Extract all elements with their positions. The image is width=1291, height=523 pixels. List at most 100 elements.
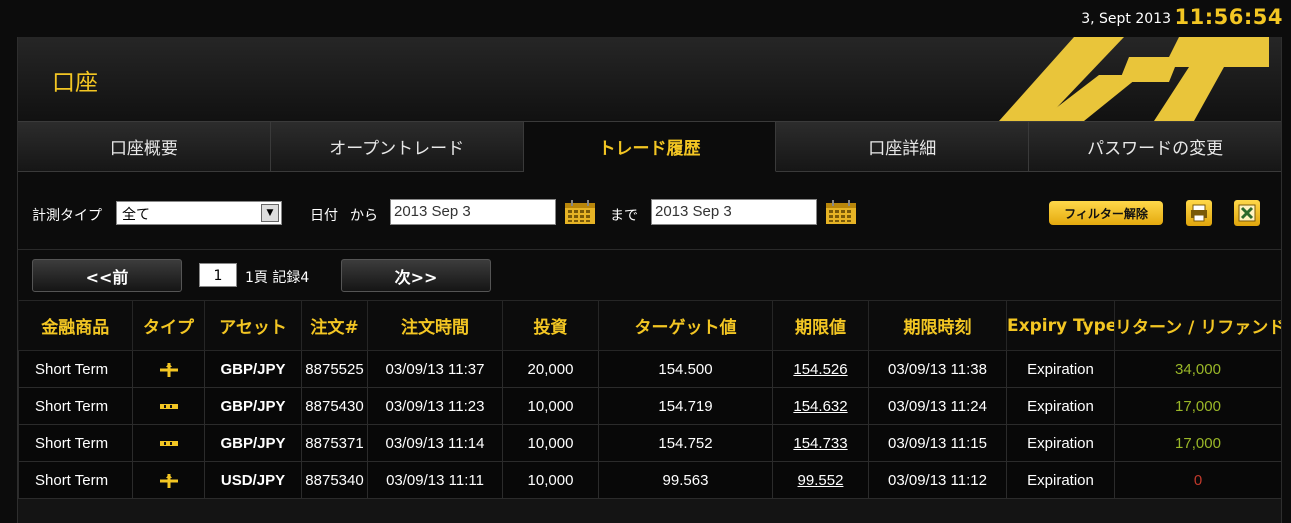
tab-account-details[interactable]: 口座詳細 <box>776 121 1030 172</box>
column-header[interactable]: ターゲット値 <box>598 300 773 351</box>
table-header-row: 金融商品 タイプ アセット 注文# 注文時間 投資 ターゲット値 期限値 期限時… <box>18 300 1282 351</box>
order-time-cell: 03/09/13 11:37 <box>367 350 503 388</box>
order-number-cell: 8875430 <box>301 387 368 425</box>
to-date-input[interactable]: 2013 Sep 3 <box>651 199 817 225</box>
expiry-time-cell: 03/09/13 11:38 <box>868 350 1007 388</box>
expiry-type-cell: Expiration <box>1006 350 1115 388</box>
column-header[interactable]: 投資 <box>502 300 599 351</box>
calendar-icon[interactable] <box>825 199 857 225</box>
excel-export-icon <box>1238 204 1256 222</box>
investment-cell: 10,000 <box>502 424 599 462</box>
column-header[interactable]: タイプ <box>132 300 205 351</box>
type-cell <box>132 387 205 425</box>
expiry-value-link[interactable]: 99.552 <box>798 472 844 489</box>
table-row[interactable]: Short Term GBP/JPY 8875430 03/09/13 11:2… <box>18 387 1282 425</box>
order-number-cell: 8875371 <box>301 424 368 462</box>
tab-open-trades[interactable]: オープントレード <box>270 121 524 172</box>
expiry-type-cell: Expiration <box>1006 424 1115 462</box>
type-select[interactable]: 全て ▼ <box>116 201 282 225</box>
column-header[interactable]: 注文# <box>301 300 368 351</box>
expiry-time-cell: 03/09/13 11:12 <box>868 461 1007 499</box>
table-row[interactable]: Short Term GBP/JPY 8875525 03/09/13 11:3… <box>18 350 1282 388</box>
column-header[interactable]: 期限時刻 <box>868 300 1007 351</box>
current-date: 3, Sept 2013 <box>1081 11 1171 27</box>
prev-page-button[interactable]: <<前 <box>32 259 182 292</box>
return-cell: 34,000 <box>1114 350 1282 388</box>
range-icon <box>159 440 178 446</box>
print-icon <box>1191 204 1207 222</box>
asset-cell: GBP/JPY <box>204 424 302 462</box>
call-put-icon <box>159 473 178 488</box>
type-cell <box>132 424 205 462</box>
clear-filter-button[interactable]: フィルター解除 <box>1049 201 1163 225</box>
investment-cell: 10,000 <box>502 461 599 499</box>
order-time-cell: 03/09/13 11:14 <box>367 424 503 462</box>
order-time-cell: 03/09/13 11:23 <box>367 387 503 425</box>
instrument-cell: Short Term <box>18 461 133 499</box>
order-number-cell: 8875340 <box>301 461 368 499</box>
tab-account-summary[interactable]: 口座概要 <box>18 121 271 172</box>
return-cell: 17,000 <box>1114 387 1282 425</box>
type-label: 計測タイプ <box>32 208 102 224</box>
calendar-icon[interactable] <box>564 199 596 225</box>
target-value-cell: 99.563 <box>598 461 773 499</box>
return-cell: 0 <box>1114 461 1282 499</box>
print-button[interactable] <box>1186 200 1212 226</box>
from-label: から <box>350 208 378 224</box>
filter-bar: 計測タイプ 全て ▼ 日付 から 2013 Sep 3 まで 2013 Sep … <box>18 172 1281 250</box>
target-value-cell: 154.500 <box>598 350 773 388</box>
investment-cell: 20,000 <box>502 350 599 388</box>
asset-cell: GBP/JPY <box>204 350 302 388</box>
panel-header: 口座 <box>18 37 1281 121</box>
account-panel: 口座 口座概要 オープントレード トレード履歴 口座詳細 パスワードの変更 計測… <box>17 37 1282 523</box>
investment-cell: 10,000 <box>502 387 599 425</box>
type-select-value: 全て <box>122 207 150 223</box>
expiry-time-cell: 03/09/13 11:24 <box>868 387 1007 425</box>
date-label: 日付 <box>310 208 338 224</box>
chevron-down-icon[interactable]: ▼ <box>261 204 279 222</box>
tab-trade-history[interactable]: トレード履歴 <box>523 121 777 172</box>
expiry-value-link[interactable]: 154.733 <box>793 435 847 452</box>
expiry-value-cell[interactable]: 154.632 <box>772 387 869 425</box>
expiry-value-cell[interactable]: 154.526 <box>772 350 869 388</box>
to-label: まで <box>610 208 638 224</box>
expiry-type-cell: Expiration <box>1006 387 1115 425</box>
column-header[interactable]: 金融商品 <box>18 300 133 351</box>
account-tabs: 口座概要 オープントレード トレード履歴 口座詳細 パスワードの変更 <box>18 121 1281 172</box>
instrument-cell: Short Term <box>18 350 133 388</box>
brand-logo-icon <box>999 37 1269 121</box>
page-title: 口座 <box>52 70 98 96</box>
from-date-input[interactable]: 2013 Sep 3 <box>390 199 556 225</box>
order-number-cell: 8875525 <box>301 350 368 388</box>
target-value-cell: 154.752 <box>598 424 773 462</box>
current-time: 11:56:54 <box>1174 5 1283 29</box>
target-value-cell: 154.719 <box>598 387 773 425</box>
asset-cell: GBP/JPY <box>204 387 302 425</box>
call-put-icon <box>159 362 178 377</box>
column-header[interactable]: Expiry Type <box>1006 300 1115 351</box>
order-time-cell: 03/09/13 11:11 <box>367 461 503 499</box>
expiry-value-link[interactable]: 154.632 <box>793 398 847 415</box>
column-header[interactable]: 期限値 <box>772 300 869 351</box>
asset-cell: USD/JPY <box>204 461 302 499</box>
page-number-input[interactable]: 1 <box>199 263 237 287</box>
column-header[interactable]: 注文時間 <box>367 300 503 351</box>
trade-history-table: 金融商品 タイプ アセット 注文# 注文時間 投資 ターゲット値 期限値 期限時… <box>18 300 1282 499</box>
next-page-button[interactable]: 次>> <box>341 259 491 292</box>
type-cell <box>132 461 205 499</box>
instrument-cell: Short Term <box>18 387 133 425</box>
expiry-value-cell[interactable]: 99.552 <box>772 461 869 499</box>
column-header[interactable]: リターン / リファンド <box>1114 300 1282 351</box>
type-cell <box>132 350 205 388</box>
expiry-value-cell[interactable]: 154.733 <box>772 424 869 462</box>
expiry-time-cell: 03/09/13 11:15 <box>868 424 1007 462</box>
range-icon <box>159 403 178 409</box>
table-row[interactable]: Short Term USD/JPY 8875340 03/09/13 11:1… <box>18 461 1282 499</box>
tab-change-password[interactable]: パスワードの変更 <box>1029 121 1281 172</box>
export-excel-button[interactable] <box>1234 200 1260 226</box>
return-cell: 17,000 <box>1114 424 1282 462</box>
top-bar: 3, Sept 2013 11:56:54 <box>0 0 1291 37</box>
expiry-value-link[interactable]: 154.526 <box>793 361 847 378</box>
column-header[interactable]: アセット <box>204 300 302 351</box>
table-row[interactable]: Short Term GBP/JPY 8875371 03/09/13 11:1… <box>18 424 1282 462</box>
